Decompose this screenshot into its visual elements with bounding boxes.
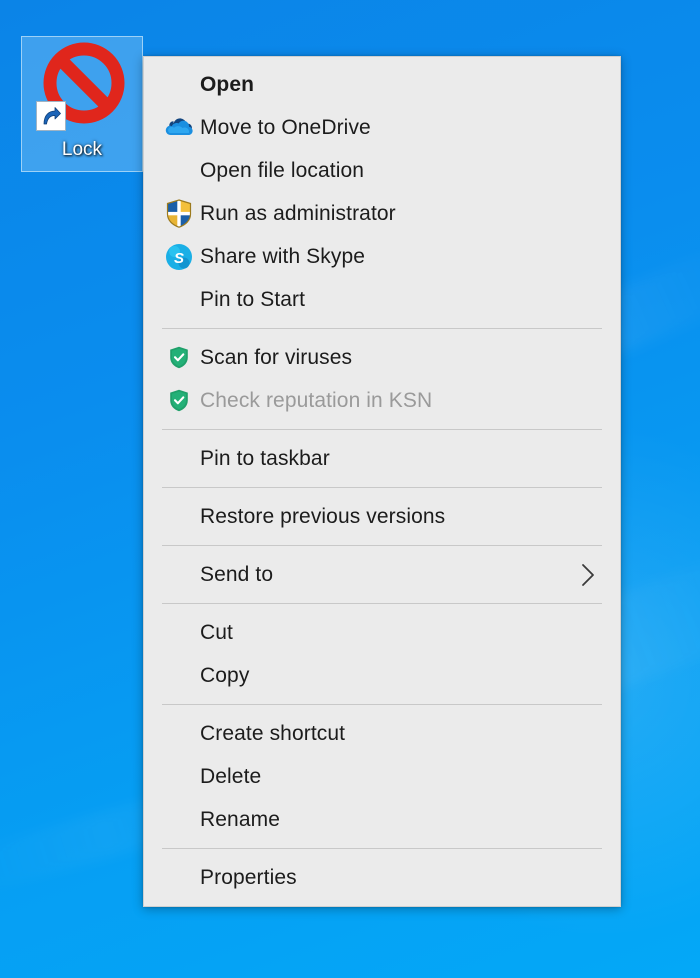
menu-item-create-shortcut[interactable]: Create shortcut — [144, 712, 620, 755]
menu-item-label: Move to OneDrive — [200, 115, 371, 139]
onedrive-cloud-icon — [165, 117, 193, 135]
menu-item-icon-placeholder — [158, 501, 200, 533]
menu-item-send-to[interactable]: Send to — [144, 553, 620, 596]
menu-separator — [162, 848, 602, 849]
menu-item-icon-placeholder — [158, 559, 200, 591]
menu-item-label: Properties — [200, 865, 297, 889]
kaspersky-green-shield-icon — [158, 342, 200, 374]
menu-item-icon-placeholder — [158, 69, 200, 101]
submenu-chevron — [578, 561, 602, 589]
uac-shield-icon — [166, 199, 192, 228]
menu-item-icon-placeholder — [158, 862, 200, 894]
menu-item-pin-to-taskbar[interactable]: Pin to taskbar — [144, 437, 620, 480]
menu-separator — [162, 328, 602, 329]
desktop-icon-art — [34, 41, 130, 137]
skype-icon: S — [158, 241, 200, 273]
menu-separator — [162, 704, 602, 705]
menu-group: Open Move to OneDrive Open file location Ru… — [144, 63, 620, 321]
context-menu[interactable]: Open Move to OneDrive Open file location Ru… — [143, 56, 621, 907]
menu-item-label: Pin to taskbar — [200, 446, 330, 470]
menu-item-label: Open — [200, 72, 255, 96]
menu-item-label: Send to — [200, 562, 274, 586]
menu-item-properties[interactable]: Properties — [144, 856, 620, 899]
menu-item-icon-placeholder — [158, 804, 200, 836]
menu-group: Properties — [144, 856, 620, 899]
menu-item-move-to-onedrive[interactable]: Move to OneDrive — [144, 106, 620, 149]
menu-item-label: Run as administrator — [200, 201, 396, 225]
menu-item-pin-to-start[interactable]: Pin to Start — [144, 278, 620, 321]
menu-separator — [162, 429, 602, 430]
onedrive-cloud-icon — [158, 112, 200, 144]
menu-group: Send to — [144, 553, 620, 596]
menu-item-icon-placeholder — [158, 617, 200, 649]
skype-icon: S — [166, 243, 192, 270]
menu-item-icon-placeholder — [158, 718, 200, 750]
menu-item-open[interactable]: Open — [144, 63, 620, 106]
menu-group: Scan for viruses Check reputation in KSN — [144, 336, 620, 422]
shortcut-arrow-icon — [43, 107, 61, 125]
menu-item-label: Cut — [200, 620, 233, 644]
kaspersky-green-shield-icon — [158, 385, 200, 417]
menu-item-label: Copy — [200, 663, 250, 687]
menu-item-label: Create shortcut — [200, 721, 346, 745]
menu-item-open-file-location[interactable]: Open file location — [144, 149, 620, 192]
menu-item-cut[interactable]: Cut — [144, 611, 620, 654]
menu-item-check-reputation-in-ksn: Check reputation in KSN — [144, 379, 620, 422]
kaspersky-green-shield-icon — [170, 389, 188, 412]
menu-item-copy[interactable]: Copy — [144, 654, 620, 697]
menu-item-label: Restore previous versions — [200, 504, 446, 528]
menu-group: Create shortcut Delete Rename — [144, 712, 620, 841]
menu-item-icon-placeholder — [158, 155, 200, 187]
menu-item-share-with-skype[interactable]: S Share with Skype — [144, 235, 620, 278]
menu-group: Cut Copy — [144, 611, 620, 697]
menu-separator — [162, 603, 602, 604]
menu-item-icon-placeholder — [158, 660, 200, 692]
menu-item-label: Rename — [200, 807, 280, 831]
menu-item-label: Pin to Start — [200, 287, 306, 311]
menu-item-label: Share with Skype — [200, 244, 366, 268]
desktop-icon-label: Lock — [61, 139, 103, 160]
menu-item-rename[interactable]: Rename — [144, 798, 620, 841]
menu-item-label: Scan for viruses — [200, 345, 353, 369]
svg-text:S: S — [174, 250, 184, 267]
menu-separator — [162, 545, 602, 546]
menu-item-delete[interactable]: Delete — [144, 755, 620, 798]
uac-shield-icon — [158, 198, 200, 230]
menu-group: Pin to taskbar — [144, 437, 620, 480]
kaspersky-green-shield-icon — [170, 346, 188, 369]
menu-item-icon-placeholder — [158, 761, 200, 793]
chevron-right-icon — [582, 563, 594, 586]
menu-item-icon-placeholder — [158, 284, 200, 316]
menu-item-label: Check reputation in KSN — [200, 388, 433, 412]
menu-item-run-as-administrator[interactable]: Run as administrator — [144, 192, 620, 235]
menu-separator — [162, 487, 602, 488]
menu-item-scan-for-viruses[interactable]: Scan for viruses — [144, 336, 620, 379]
menu-item-icon-placeholder — [158, 443, 200, 475]
shortcut-arrow-badge — [36, 101, 66, 131]
menu-item-label: Delete — [200, 764, 262, 788]
menu-item-restore-previous-versions[interactable]: Restore previous versions — [144, 495, 620, 538]
menu-group: Restore previous versions — [144, 495, 620, 538]
desktop-icon-lock[interactable]: Lock — [21, 36, 143, 172]
menu-item-label: Open file location — [200, 158, 365, 182]
